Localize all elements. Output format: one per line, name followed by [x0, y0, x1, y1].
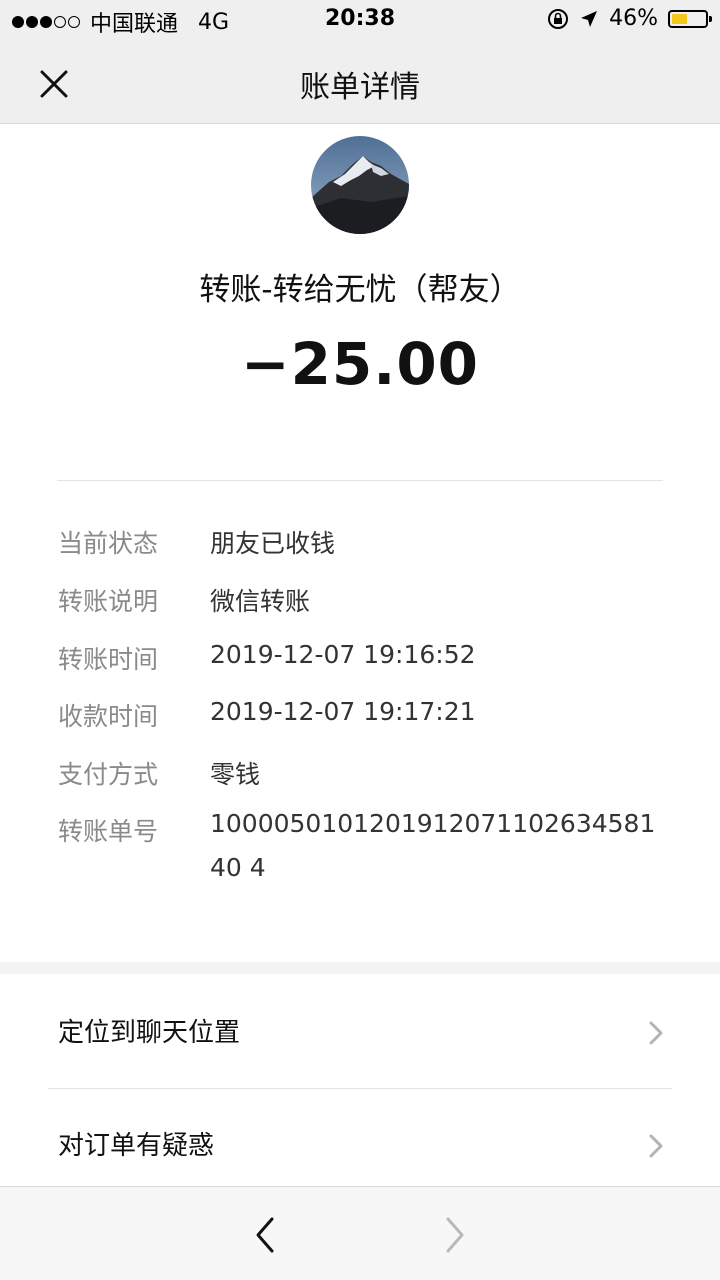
detail-value: 100005010120191207110263458140 4 [210, 809, 656, 882]
detail-row-transaction-id: 转账单号 100005010120191207110263458140 4 [58, 809, 668, 890]
detail-label: 转账说明 [58, 587, 159, 616]
divider [57, 480, 663, 481]
page-title: 账单详情 [300, 70, 420, 105]
order-question-item[interactable]: 对订单有疑惑 [0, 1089, 720, 1199]
status-bar: 中国联通 4G 20:38 46% [0, 0, 720, 40]
battery-level [672, 13, 687, 24]
detail-value: 微信转账 [210, 587, 311, 616]
bottom-toolbar [0, 1186, 720, 1280]
menu-item-label: 对订单有疑惑 [58, 1131, 215, 1161]
detail-label: 当前状态 [58, 529, 159, 558]
battery-icon [668, 9, 712, 28]
location-arrow-icon [581, 10, 598, 27]
payee-title: 转账-转给无忧（帮友） [199, 272, 521, 308]
detail-label: 收款时间 [58, 702, 159, 731]
detail-value: 零钱 [210, 760, 261, 789]
locate-chat-position-item[interactable]: 定位到聊天位置 [0, 976, 720, 1086]
payee-avatar [311, 136, 409, 234]
forward-arrow-icon[interactable] [440, 1215, 470, 1255]
detail-row-receive-time: 收款时间 2019-12-07 19:17:21 [58, 697, 668, 733]
chevron-right-icon [649, 1134, 663, 1158]
section-separator [0, 962, 720, 974]
detail-row-payment-method: 支付方式 零钱 [58, 755, 668, 791]
detail-label: 转账单号 [58, 817, 159, 846]
back-arrow-icon[interactable] [250, 1215, 280, 1255]
menu-item-label: 定位到聊天位置 [58, 1018, 241, 1048]
chevron-right-icon [649, 1021, 663, 1045]
status-right: 46% [547, 6, 712, 31]
detail-value: 2019-12-07 19:16:52 [210, 640, 476, 669]
transaction-amount: −25.00 [240, 330, 480, 398]
detail-label: 支付方式 [58, 760, 159, 789]
detail-value: 朋友已收钱 [210, 529, 336, 558]
detail-row-note: 转账说明 微信转账 [58, 582, 668, 618]
rotation-lock-icon [548, 8, 569, 29]
detail-row-transfer-time: 转账时间 2019-12-07 19:16:52 [58, 640, 668, 676]
detail-label: 转账时间 [58, 645, 159, 674]
detail-row-status: 当前状态 朋友已收钱 [58, 524, 668, 560]
battery-percent: 46% [609, 6, 658, 31]
detail-value: 2019-12-07 19:17:21 [210, 697, 476, 726]
nav-bar: 账单详情 [0, 40, 720, 124]
